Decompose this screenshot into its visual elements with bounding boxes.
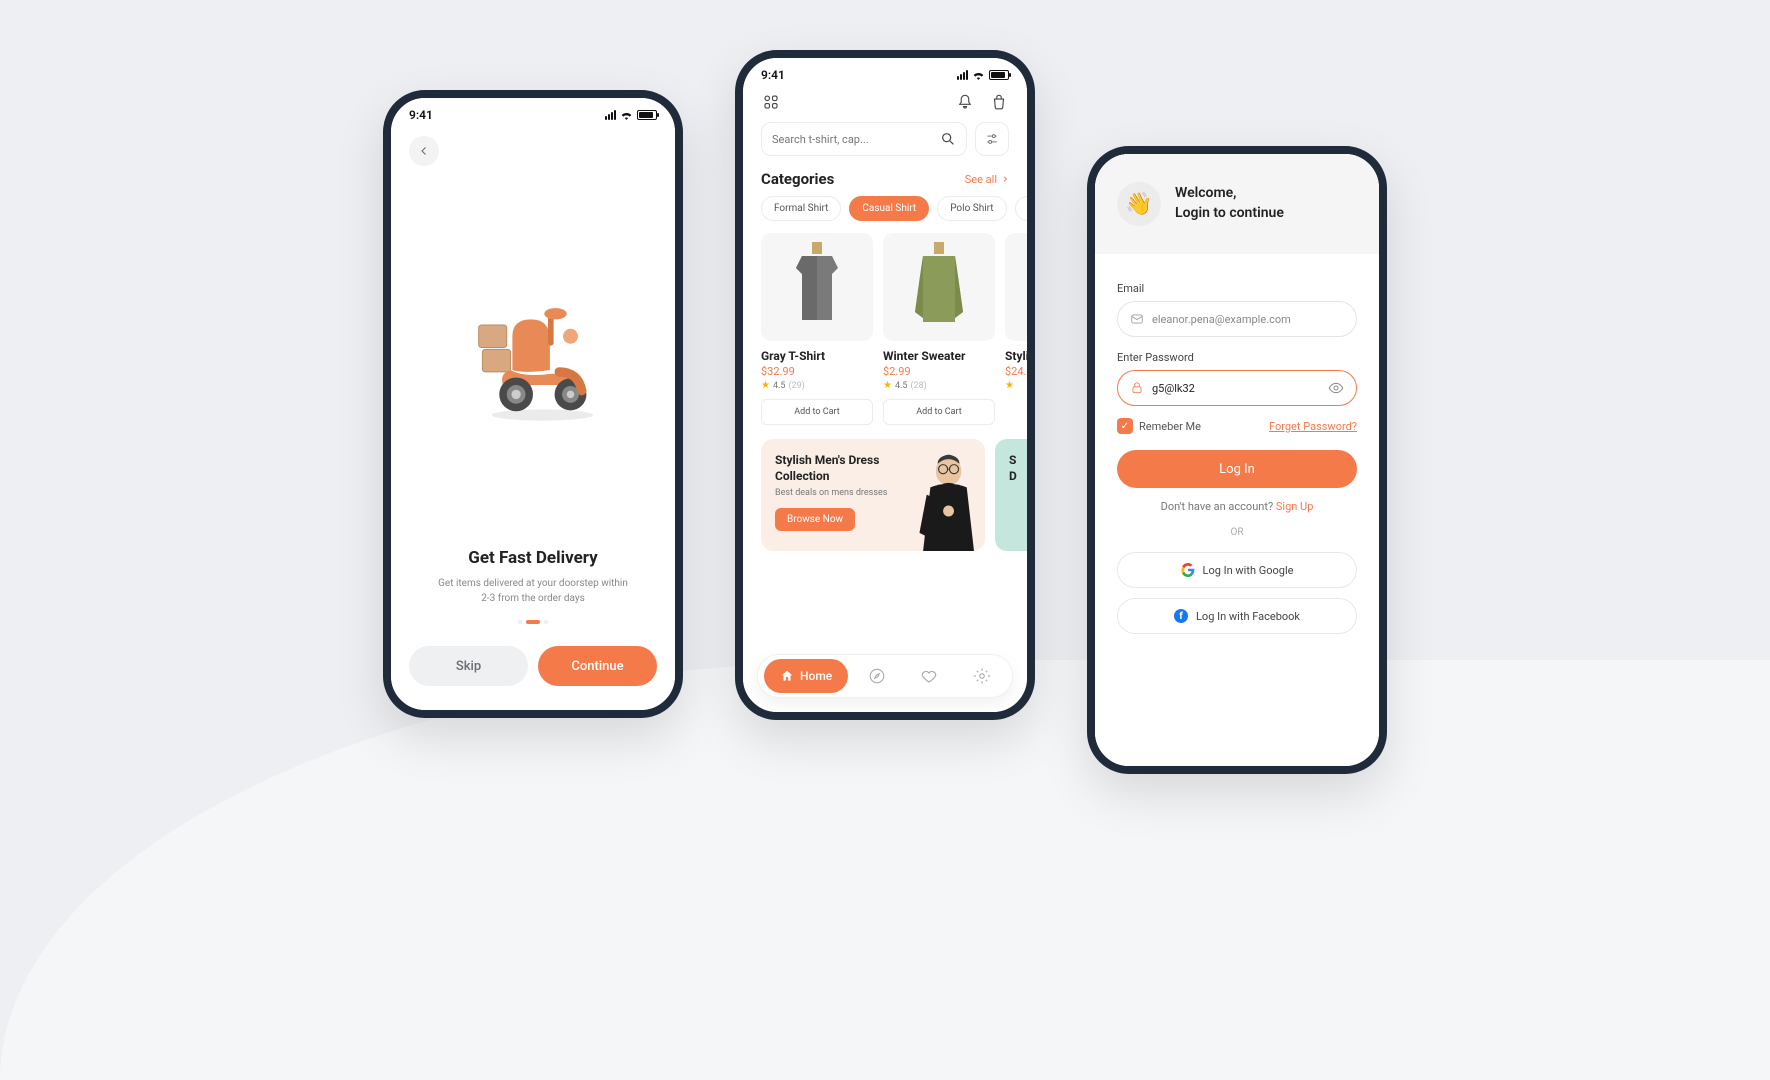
signup-prompt: Don't have an account? Sign Up (1117, 500, 1357, 513)
forgot-password-link[interactable]: Forget Password? (1269, 420, 1357, 433)
search-input[interactable] (761, 122, 967, 156)
email-field[interactable] (1117, 301, 1357, 337)
nav-home[interactable]: Home (764, 659, 848, 693)
search-icon (940, 131, 956, 147)
or-divider: OR (1117, 527, 1357, 538)
search-field[interactable] (772, 133, 932, 146)
status-time: 9:41 (409, 108, 433, 122)
skip-button[interactable]: Skip (409, 646, 528, 686)
categories-title: Categories (761, 170, 834, 188)
mail-icon (1130, 312, 1144, 326)
product-image (761, 233, 873, 341)
product-name: Gray T-Shirt (761, 349, 873, 363)
add-to-cart-button[interactable]: Add to Cart (761, 399, 873, 425)
notification-icon[interactable] (955, 92, 975, 112)
chevron-right-icon (1001, 175, 1009, 183)
nav-favorites[interactable] (905, 667, 954, 685)
banner-title: Stylish Men's Dress Collection (775, 453, 895, 484)
status-time: 9:41 (761, 68, 785, 82)
wifi-icon (972, 70, 985, 80)
wave-emoji-icon: 👋 (1117, 182, 1161, 226)
category-chip[interactable]: Sle (1015, 196, 1027, 221)
remember-me-checkbox[interactable]: ✓ Remeber Me (1117, 418, 1201, 434)
banner-title: SD (1009, 453, 1027, 484)
facebook-icon: f (1174, 609, 1188, 623)
battery-icon (989, 70, 1009, 80)
promo-banner[interactable]: SD (995, 439, 1027, 551)
browse-button[interactable]: Browse Now (775, 508, 855, 531)
google-icon (1181, 563, 1195, 577)
product-name: Styli (1005, 349, 1027, 363)
product-image (1005, 233, 1027, 341)
home-phone: 9:41 (735, 50, 1035, 720)
welcome-text: Welcome, Login to continue (1175, 184, 1284, 223)
product-card[interactable]: Winter Sweater $2.99 ★4.5(28) Add to Car… (883, 233, 995, 425)
password-field[interactable] (1117, 370, 1357, 406)
signup-link[interactable]: Sign Up (1276, 500, 1314, 513)
wifi-icon (620, 110, 633, 120)
star-icon: ★ (1005, 380, 1014, 391)
back-button[interactable] (409, 136, 439, 166)
eye-icon[interactable] (1328, 380, 1344, 396)
lock-icon (1130, 381, 1144, 395)
password-input[interactable] (1152, 382, 1320, 395)
product-price: $2.99 (883, 365, 995, 378)
battery-icon (637, 110, 657, 120)
compass-icon (868, 667, 886, 685)
product-price: $24. (1005, 365, 1027, 378)
onboarding-phone: 9:41 (383, 90, 683, 718)
email-input[interactable] (1152, 313, 1344, 326)
product-name: Winter Sweater (883, 349, 995, 363)
home-icon (780, 669, 794, 683)
signal-icon (605, 110, 616, 120)
product-rating: ★ (1005, 380, 1027, 391)
scooter-illustration (458, 275, 608, 435)
category-chip[interactable]: Polo Shirt (937, 196, 1006, 221)
heart-icon (920, 667, 938, 685)
status-bar: 9:41 (743, 58, 1027, 86)
add-to-cart-button[interactable]: Add to Cart (883, 399, 995, 425)
product-card[interactable]: Gray T-Shirt $32.99 ★4.5(29) Add to Cart (761, 233, 873, 425)
product-card[interactable]: Styli $24. ★ (1005, 233, 1027, 425)
gear-icon (973, 667, 991, 685)
product-rating: ★4.5(29) (761, 380, 873, 391)
product-rating: ★4.5(28) (883, 380, 995, 391)
status-bar: 9:41 (391, 98, 675, 126)
product-price: $32.99 (761, 365, 873, 378)
promo-banner[interactable]: Stylish Men's Dress Collection Best deal… (761, 439, 985, 551)
cart-icon[interactable] (989, 92, 1009, 112)
category-chip[interactable]: Formal Shirt (761, 196, 841, 221)
star-icon: ★ (883, 380, 892, 391)
banner-person-image (899, 451, 985, 551)
check-icon: ✓ (1117, 418, 1133, 434)
facebook-login-button[interactable]: f Log In with Facebook (1117, 598, 1357, 634)
onboarding-subtitle: Get items delivered at your doorstep wit… (391, 568, 675, 606)
menu-grid-icon[interactable] (761, 92, 781, 112)
category-chip[interactable]: Casual Shirt (849, 196, 929, 221)
continue-button[interactable]: Continue (538, 646, 657, 686)
password-label: Enter Password (1117, 351, 1357, 364)
google-login-button[interactable]: Log In with Google (1117, 552, 1357, 588)
signal-icon (957, 70, 968, 80)
nav-settings[interactable] (957, 667, 1006, 685)
login-button[interactable]: Log In (1117, 450, 1357, 488)
nav-explore[interactable] (852, 667, 901, 685)
email-label: Email (1117, 282, 1357, 295)
see-all-link[interactable]: See all (965, 173, 1009, 186)
onboarding-title: Get Fast Delivery (391, 548, 675, 568)
product-image (883, 233, 995, 341)
star-icon: ★ (761, 380, 770, 391)
login-phone: 👋 Welcome, Login to continue Email Enter… (1087, 146, 1387, 774)
filter-button[interactable] (975, 122, 1009, 156)
bottom-nav: Home (757, 654, 1013, 698)
